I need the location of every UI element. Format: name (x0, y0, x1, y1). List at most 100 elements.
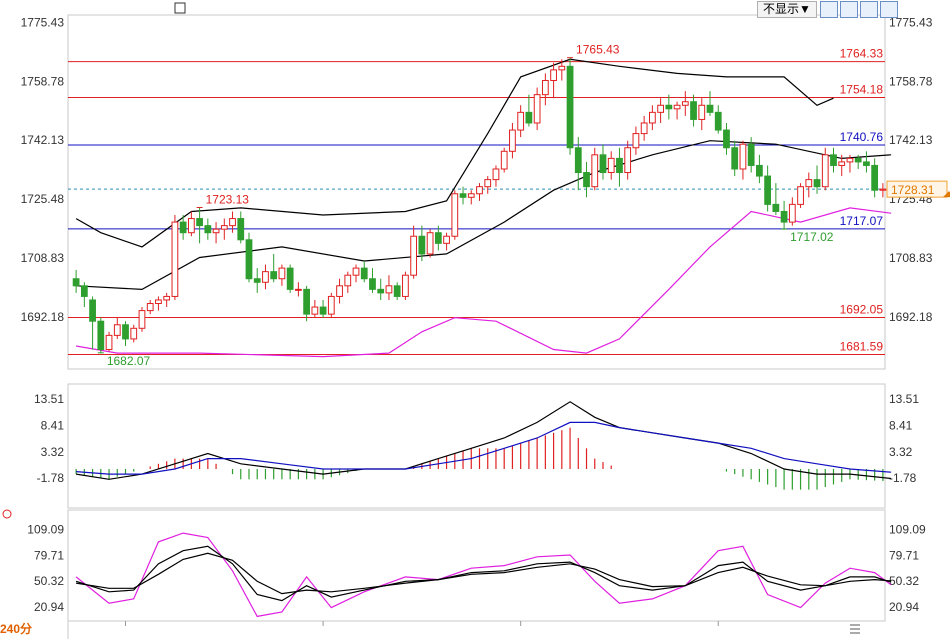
candle-body (624, 147, 632, 174)
candle-body (451, 193, 459, 237)
candle-body (714, 111, 722, 131)
extreme-label: 1723.13 (206, 192, 250, 206)
candle-body (467, 193, 475, 198)
candle-body (196, 218, 203, 227)
candle-body (574, 147, 582, 174)
kdj-tick-left: 50.32 (34, 574, 64, 588)
candle-body (171, 221, 179, 297)
candle-body (788, 203, 796, 223)
candle-body (838, 161, 846, 166)
candle-body (830, 154, 837, 166)
candle-body (229, 218, 236, 227)
price-tick-left: 1758.78 (21, 74, 65, 88)
candle-body (797, 186, 804, 205)
price-tick-right: 1742.13 (889, 133, 933, 147)
candle-body (443, 235, 450, 244)
candle-body (220, 225, 228, 230)
kdj-tick-right: 79.71 (889, 548, 919, 562)
candle-body (764, 175, 772, 205)
kdj-tick-left: 79.71 (34, 548, 64, 562)
kdj-j-line (75, 532, 892, 618)
candle-body (426, 232, 434, 255)
candle-body (871, 164, 879, 191)
candle-body (640, 122, 648, 135)
candle-body (879, 188, 887, 191)
candle-body (648, 111, 656, 124)
candle-body (723, 129, 730, 149)
candle-body (616, 157, 623, 174)
candle-body (550, 69, 557, 81)
candle-body (484, 179, 492, 188)
candle-body (690, 101, 697, 120)
candle-body (863, 161, 870, 166)
candle-body (80, 285, 88, 297)
candle-body (204, 225, 212, 234)
candle-body (476, 186, 483, 195)
candle-body (509, 129, 516, 152)
kdj-tick-left: 109.09 (27, 523, 64, 537)
candle-body (295, 288, 302, 291)
extreme-label: 1682.07 (107, 354, 151, 368)
candle-body (402, 274, 409, 297)
candle-body (286, 267, 294, 290)
candle-body (130, 327, 138, 340)
kdj-tick-right: 20.94 (889, 600, 919, 614)
candle-body (533, 94, 541, 124)
candle-body (805, 179, 813, 188)
candle-body (163, 295, 171, 301)
price-tick-left: 1775.43 (21, 15, 65, 29)
extreme-label: 1717.02 (790, 230, 834, 244)
price-tick-right: 1758.78 (889, 74, 933, 88)
macd-tick-right: -1.78 (889, 471, 917, 485)
candle-body (410, 235, 418, 276)
level-label: 1754.18 (840, 83, 884, 97)
candle-body (541, 79, 549, 96)
menu-icon[interactable] (850, 624, 860, 634)
candle-body (780, 210, 788, 223)
candle-body (854, 157, 862, 163)
candle-body (747, 143, 755, 166)
boll-toggle-icon[interactable] (174, 2, 186, 14)
candle-body (492, 168, 500, 181)
candle-body (756, 164, 763, 177)
candle-body (698, 104, 706, 120)
candle-body (607, 157, 615, 174)
hide-button[interactable]: 不显示▼ (757, 1, 817, 18)
kdj-tick-left: 20.94 (34, 600, 64, 614)
candle-body (846, 157, 854, 163)
chart-canvas: 1775.43 1775.431758.78 1758.781742.13 1742.… (2, 2, 950, 639)
price-tick-left: 1725.48 (21, 192, 65, 206)
boll-lower-line (75, 207, 892, 358)
candle-body (344, 274, 352, 287)
candle-body (566, 65, 574, 149)
candle-body (459, 193, 467, 198)
level-label: 1717.07 (840, 214, 884, 228)
candle-body (72, 278, 80, 287)
candle-body (138, 310, 146, 329)
candle-body (673, 104, 681, 110)
candle-body (303, 288, 311, 315)
settings-icon[interactable] (2, 509, 12, 519)
kdj-panel-frame (67, 509, 886, 622)
scroll-left-button[interactable] (860, 1, 878, 18)
level-label: 1692.05 (840, 302, 884, 316)
kdj-tick-right: 109.09 (889, 523, 926, 537)
current-price-label: 1728.31 (891, 183, 935, 197)
candle-body (352, 267, 360, 276)
extreme-label: 1765.43 (576, 43, 620, 57)
macd-tick-left: -1.78 (37, 471, 65, 485)
scroll-right-button[interactable] (880, 1, 898, 18)
macd-panel-frame (67, 383, 886, 509)
zoom-in-button[interactable] (820, 1, 838, 18)
candle-body (336, 285, 343, 297)
zoom-out-button[interactable] (840, 1, 858, 18)
price-tick-right: 1692.18 (889, 310, 933, 324)
candle-body (393, 285, 401, 297)
candle-body (122, 324, 129, 340)
candle-body (212, 228, 220, 234)
candle-body (525, 111, 533, 124)
period-select-button[interactable]: 240分 (0, 621, 60, 638)
candle-body (270, 271, 278, 280)
macd-tick-right: 3.32 (889, 445, 913, 459)
candle-body (517, 111, 525, 131)
